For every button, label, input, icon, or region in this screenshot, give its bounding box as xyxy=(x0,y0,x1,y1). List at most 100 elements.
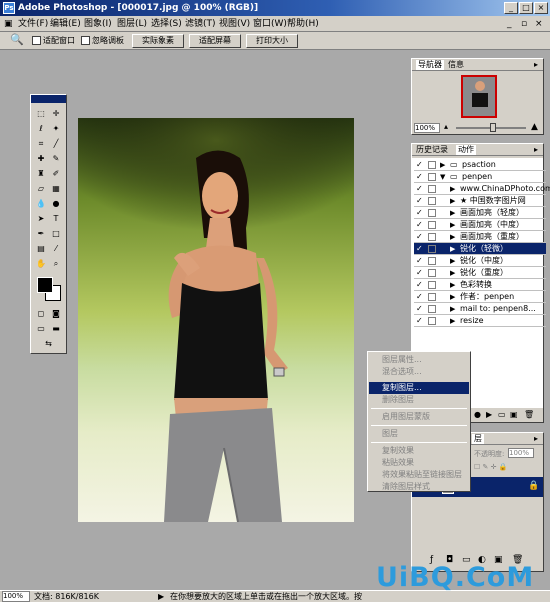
tab-navigator[interactable]: 导航器 xyxy=(416,60,444,70)
tab-history[interactable]: 历史记录 xyxy=(416,145,448,155)
zoom-tool-box-icon[interactable]: ⌕ xyxy=(49,257,63,270)
path-select-icon[interactable]: ➤ xyxy=(34,212,48,225)
expand-triangle-icon[interactable]: ▶ xyxy=(450,267,455,279)
status-doc-size[interactable]: 文档: 816K/816K xyxy=(34,591,99,602)
ctx-clear-layer-style[interactable]: 清除图层样式 xyxy=(369,481,469,493)
menu-select[interactable]: 选择(S) xyxy=(151,18,182,30)
action-toggle-checkmark[interactable]: ✓ xyxy=(416,255,424,267)
zoom-slider-thumb[interactable] xyxy=(490,123,496,132)
lasso-tool-icon[interactable]: ℓ xyxy=(34,122,48,135)
action-row[interactable]: ✓ ▶ 锐化（中度） xyxy=(414,255,546,267)
action-toggle-checkmark[interactable]: ✓ xyxy=(416,315,424,327)
status-zoom-field[interactable]: 100% xyxy=(2,591,30,602)
slice-tool-icon[interactable]: ╱ xyxy=(49,137,63,150)
new-action-icon[interactable]: ▣ xyxy=(510,410,518,419)
full-screen-icon[interactable]: ▬ xyxy=(49,322,63,335)
ctx-paste-effects[interactable]: 粘贴效果 xyxy=(369,457,469,469)
tab-info[interactable]: 信息 xyxy=(448,60,464,70)
actual-pixels-button[interactable]: 实际象素 xyxy=(132,34,184,48)
action-row[interactable]: ✓ ▶ ★ 中国数字图片网 xyxy=(414,195,546,207)
jump-to-imageready-icon[interactable]: ⇆ xyxy=(34,337,63,350)
action-row[interactable]: ✓ ▶ 锐化（轻微） xyxy=(414,243,546,255)
ignore-palettes-checkbox[interactable] xyxy=(81,36,90,45)
action-set-row[interactable]: ✓ ▶ ▭ psaction xyxy=(414,159,546,171)
action-toggle-checkmark[interactable]: ✓ xyxy=(416,159,424,171)
toolbox-titlebar[interactable] xyxy=(31,95,66,103)
healing-brush-icon[interactable]: ✚ xyxy=(34,152,48,165)
expand-triangle-icon[interactable]: ▶ xyxy=(450,255,455,267)
navigator-thumbnail[interactable] xyxy=(461,75,497,118)
menu-filter[interactable]: 滤镜(T) xyxy=(185,18,216,30)
dialog-toggle-box[interactable] xyxy=(428,305,436,313)
expand-triangle-icon[interactable]: ▶ xyxy=(450,279,455,291)
expand-triangle-icon[interactable]: ▶ xyxy=(450,219,455,231)
ctx-duplicate-layer[interactable]: 复制图层... xyxy=(369,382,469,394)
dialog-toggle-box[interactable] xyxy=(428,281,436,289)
minimize-button[interactable]: _ xyxy=(504,2,518,14)
status-arrow-icon[interactable]: ▶ xyxy=(158,591,164,602)
navigator-menu-icon[interactable]: ▸ xyxy=(534,60,538,70)
menu-file[interactable]: 文件(F) xyxy=(18,18,48,30)
fit-window-checkbox[interactable] xyxy=(32,36,41,45)
ctx-layer[interactable]: 图层 xyxy=(369,428,469,440)
action-row[interactable]: ✓ ▶ www.ChinaDPhoto.com xyxy=(414,183,550,195)
move-tool-icon[interactable]: ✛ xyxy=(49,107,63,120)
action-row[interactable]: ✓ ▶ 画面加亮（重度） xyxy=(414,231,546,243)
menu-window[interactable]: 窗口(W) xyxy=(253,18,287,30)
dialog-toggle-box[interactable] xyxy=(428,209,436,217)
dialog-toggle-box[interactable] xyxy=(428,245,436,253)
hand-tool-icon[interactable]: ✋ xyxy=(34,257,48,270)
expand-triangle-icon[interactable]: ▶ xyxy=(450,183,455,195)
expand-triangle-icon[interactable]: ▶ xyxy=(450,195,455,207)
ctx-enable-layer-mask[interactable]: 启用图层蒙版 xyxy=(369,411,469,423)
dialog-toggle-box[interactable] xyxy=(428,197,436,205)
expand-triangle-icon[interactable]: ▶ xyxy=(450,315,455,327)
action-set-row[interactable]: ✓ ▼ ▭ penpen xyxy=(414,171,546,183)
eyedropper-icon[interactable]: ⁄ xyxy=(49,242,63,255)
action-toggle-checkmark[interactable]: ✓ xyxy=(416,231,424,243)
action-row[interactable]: ✓ ▶ 锐化（重度） xyxy=(414,267,546,279)
action-row[interactable]: ✓ ▶ 色彩转换 xyxy=(414,279,546,291)
dialog-toggle-box[interactable] xyxy=(428,185,436,193)
menu-layer[interactable]: 图层(L) xyxy=(117,18,147,30)
action-row[interactable]: ✓ ▶ resize xyxy=(414,315,546,327)
layers-menu-icon[interactable]: ▸ xyxy=(534,434,538,444)
action-toggle-checkmark[interactable]: ✓ xyxy=(416,279,424,291)
action-row[interactable]: ✓ ▶ mail to: penpen8... xyxy=(414,303,546,315)
opacity-field[interactable]: 100% xyxy=(508,448,534,458)
expand-triangle-icon[interactable]: ▶ xyxy=(450,231,455,243)
expand-triangle-icon[interactable]: ▶ xyxy=(450,207,455,219)
action-toggle-checkmark[interactable]: ✓ xyxy=(416,243,424,255)
dodge-tool-icon[interactable]: ● xyxy=(49,197,63,210)
pen-tool-icon[interactable]: ✒ xyxy=(34,227,48,240)
blur-tool-icon[interactable]: 💧 xyxy=(34,197,48,210)
doc-minimize-button[interactable]: _ xyxy=(507,18,512,30)
zoom-out-icon[interactable]: ▴ xyxy=(444,122,448,131)
document-canvas[interactable] xyxy=(78,118,354,522)
tab-actions[interactable]: 动作 xyxy=(456,145,476,155)
print-size-button[interactable]: 打印大小 xyxy=(246,34,298,48)
tab-layers[interactable]: 层 xyxy=(472,434,484,444)
ctx-copy-effects[interactable]: 复制效果 xyxy=(369,445,469,457)
action-row[interactable]: ✓ ▶ 画面加亮（中度） xyxy=(414,219,546,231)
expand-triangle-icon[interactable]: ▶ xyxy=(450,303,455,315)
brush-tool-icon[interactable]: ✎ xyxy=(49,152,63,165)
action-row[interactable]: ✓ ▶ 画面加亮（轻度） xyxy=(414,207,546,219)
crop-tool-icon[interactable]: ⌗ xyxy=(34,137,48,150)
dialog-toggle-box[interactable] xyxy=(428,293,436,301)
trash-icon[interactable]: 🗑 xyxy=(524,410,534,419)
record-icon[interactable]: ● xyxy=(474,410,481,419)
expand-triangle-icon[interactable]: ▶ xyxy=(450,243,455,255)
play-icon[interactable]: ▶ xyxy=(486,410,492,419)
action-toggle-checkmark[interactable]: ✓ xyxy=(416,195,424,207)
ctx-layer-properties[interactable]: 图层属性... xyxy=(369,354,469,366)
action-toggle-checkmark[interactable]: ✓ xyxy=(416,267,424,279)
zoom-in-icon[interactable]: ▲ xyxy=(531,122,538,132)
menu-view[interactable]: 视图(V) xyxy=(219,18,250,30)
dialog-toggle-box[interactable] xyxy=(428,161,436,169)
menu-image[interactable]: 图象(I) xyxy=(84,18,112,30)
dialog-toggle-box[interactable] xyxy=(428,221,436,229)
shape-tool-icon[interactable]: □ xyxy=(49,227,63,240)
history-brush-icon[interactable]: ✐ xyxy=(49,167,63,180)
fit-screen-button[interactable]: 适配屏幕 xyxy=(189,34,241,48)
